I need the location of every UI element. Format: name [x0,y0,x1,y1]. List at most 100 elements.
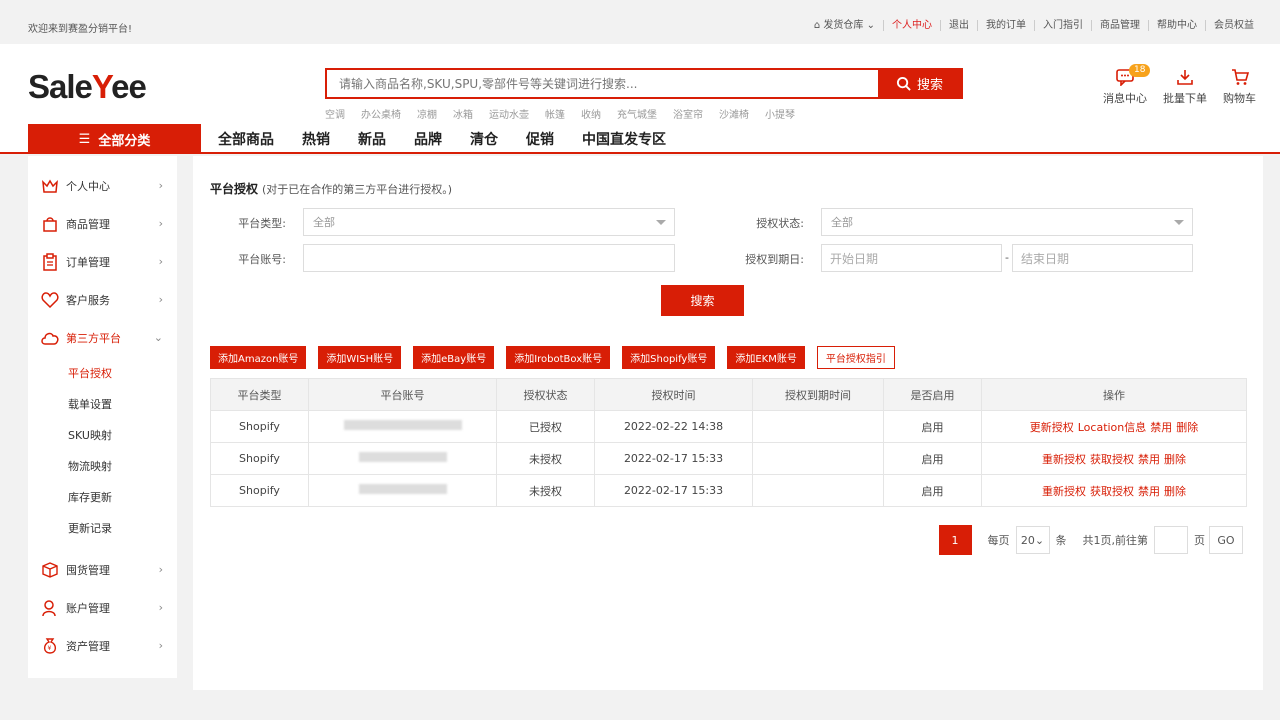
auth-status-label: 授权状态: [756,217,804,230]
toplink-product-management[interactable]: 商品管理 [1091,20,1148,31]
update-auth-link[interactable]: 更新授权 [1030,421,1074,434]
hotword[interactable]: 沙滩椅 [719,106,749,121]
toplink-my-orders[interactable]: 我的订单 [977,20,1034,31]
sidebar-subitem-sku-mapping[interactable]: SKU映射 [28,419,177,450]
logo[interactable]: SaleYee [28,68,147,106]
hotword[interactable]: 凉棚 [417,106,437,121]
toplink-help-center[interactable]: 帮助中心 [1148,20,1205,31]
get-auth-link[interactable]: 获取授权 [1090,485,1134,498]
crown-icon [40,176,60,196]
per-page-label: 每页 [987,534,1010,547]
delete-link[interactable]: 删除 [1164,485,1186,498]
hotword[interactable]: 空调 [325,106,345,121]
sidebar-subitem-update-log[interactable]: 更新记录 [28,512,177,543]
hotword[interactable]: 浴室帘 [673,106,703,121]
sidebar-item-third-party-platform[interactable]: 第三方平台 ⌄ [28,319,177,357]
go-button[interactable]: GO [1209,526,1243,554]
platform-type-select[interactable]: 全部 [303,208,675,236]
reauth-link[interactable]: 重新授权 [1042,485,1086,498]
disable-link[interactable]: 禁用 [1150,421,1172,434]
page-subtitle: (对于已在合作的第三方平台进行授权。) [262,183,453,196]
cell-status: 未授权 [496,442,595,475]
sidebar-item-account-management[interactable]: 账户管理 › [28,589,177,627]
disable-link[interactable]: 禁用 [1138,485,1160,498]
sidebar-item-customer-service[interactable]: 客户服务 › [28,281,177,319]
sidebar-item-asset-management[interactable]: ¥ 资产管理 › [28,627,177,665]
hotword[interactable]: 小提琴 [765,106,795,121]
nav-item-hot[interactable]: 热销 [302,129,330,149]
add-ebay-button[interactable]: 添加eBay账号 [413,346,495,369]
toplink-member-benefits[interactable]: 会员权益 [1205,20,1262,31]
sidebar-subitem-platform-auth[interactable]: 平台授权 [28,357,177,388]
add-wish-button[interactable]: 添加WISH账号 [318,346,402,369]
warehouse-selector[interactable]: ⌂ 发货仓库 ⌄ [806,20,883,31]
delete-link[interactable]: 删除 [1176,421,1198,434]
col-expiry-time: 授权到期时间 [752,378,884,411]
sidebar-item-order-management[interactable]: 订单管理 › [28,243,177,281]
cell-enabled: 启用 [883,410,982,443]
add-irobotbox-button[interactable]: 添加IrobotBox账号 [506,346,611,369]
start-date-input[interactable]: 开始日期 [821,244,1002,272]
toplink-logout[interactable]: 退出 [940,20,977,31]
chevron-down-icon: ⌄ [866,20,875,31]
user-icon [40,598,60,618]
hotword[interactable]: 收纳 [581,106,601,121]
table-row: Shopify 未授权 2022-02-17 15:33 启用 重新授权 获取授权… [210,474,1247,507]
sidebar-item-stock-management[interactable]: 囤货管理 › [28,551,177,589]
chevron-right-icon: › [158,601,163,614]
nav-item-china-direct[interactable]: 中国直发专区 [582,129,666,149]
filter-search-button[interactable]: 搜索 [661,285,744,316]
add-amazon-button[interactable]: 添加Amazon账号 [210,346,307,369]
box-icon [40,560,60,580]
sidebar-item-personal-center[interactable]: 个人中心 › [28,167,177,205]
add-ekm-button[interactable]: 添加EKM账号 [727,346,805,369]
cart-button[interactable]: 购物车 [1223,68,1256,106]
auth-table: 平台类型 平台账号 授权状态 授权时间 授权到期时间 是否启用 操作 Shopi… [210,378,1247,507]
cell-account-redacted [308,474,497,507]
menu-icon: ☰ [78,131,91,147]
nav-item-all-products[interactable]: 全部商品 [218,129,274,149]
sidebar-subitem-order-settings[interactable]: 载单设置 [28,388,177,419]
location-info-link[interactable]: Location信息 [1078,421,1147,434]
sidebar-subitem-inventory-update[interactable]: 库存更新 [28,481,177,512]
all-categories-button[interactable]: ☰ 全部分类 [28,124,201,154]
nav-item-brand[interactable]: 品牌 [414,129,442,149]
welcome-text: 欢迎来到赛盈分销平台! [28,24,133,35]
get-auth-link[interactable]: 获取授权 [1090,453,1134,466]
toplink-guide[interactable]: 入门指引 [1034,20,1091,31]
search-button[interactable]: 搜索 [878,70,961,97]
end-date-input[interactable]: 结束日期 [1012,244,1193,272]
money-bag-icon: ¥ [40,636,60,656]
per-page-select[interactable]: 20 ⌄ [1015,526,1050,554]
toplink-personal-center[interactable]: 个人中心 [883,20,940,31]
nav-item-clearance[interactable]: 清仓 [470,129,498,149]
sidebar-item-product-management[interactable]: 商品管理 › [28,205,177,243]
nav-item-new[interactable]: 新品 [358,129,386,149]
disable-link[interactable]: 禁用 [1138,453,1160,466]
bulk-order-button[interactable]: 批量下单 [1163,68,1207,106]
add-shopify-button[interactable]: 添加Shopify账号 [622,346,716,369]
search-input[interactable] [327,70,878,97]
table-row: Shopify 已授权 2022-02-22 14:38 启用 更新授权 Loca… [210,410,1247,443]
clipboard-icon [40,252,60,272]
hotword[interactable]: 冰箱 [453,106,473,121]
hotword[interactable]: 充气城堡 [617,106,657,121]
action-buttons: 添加Amazon账号 添加WISH账号 添加eBay账号 添加IrobotBox… [210,346,895,369]
message-center-button[interactable]: 18 消息中心 [1103,64,1151,106]
auth-status-select[interactable]: 全部 [821,208,1193,236]
top-bar: 欢迎来到赛盈分销平台! ⌂ 发货仓库 ⌄ 个人中心 退出 我的订单 入门指引 商… [0,0,1280,44]
delete-link[interactable]: 删除 [1164,453,1186,466]
chevron-down-icon: ⌄ [1034,533,1045,547]
nav-item-promotion[interactable]: 促销 [526,129,554,149]
auth-guide-button[interactable]: 平台授权指引 [816,346,895,369]
reauth-link[interactable]: 重新授权 [1042,453,1086,466]
sidebar-subitem-logistics-mapping[interactable]: 物流映射 [28,450,177,481]
goto-page-input[interactable] [1154,526,1188,554]
account-input[interactable] [303,244,675,272]
hotword[interactable]: 办公桌椅 [361,106,401,121]
hotword[interactable]: 运动水壶 [489,106,529,121]
header-icons: 18 消息中心 批量下单 购物车 [1103,64,1256,106]
page-1-button[interactable]: 1 [938,525,972,555]
hotword[interactable]: 帐篷 [545,106,565,121]
cell-platform: Shopify [210,474,309,507]
